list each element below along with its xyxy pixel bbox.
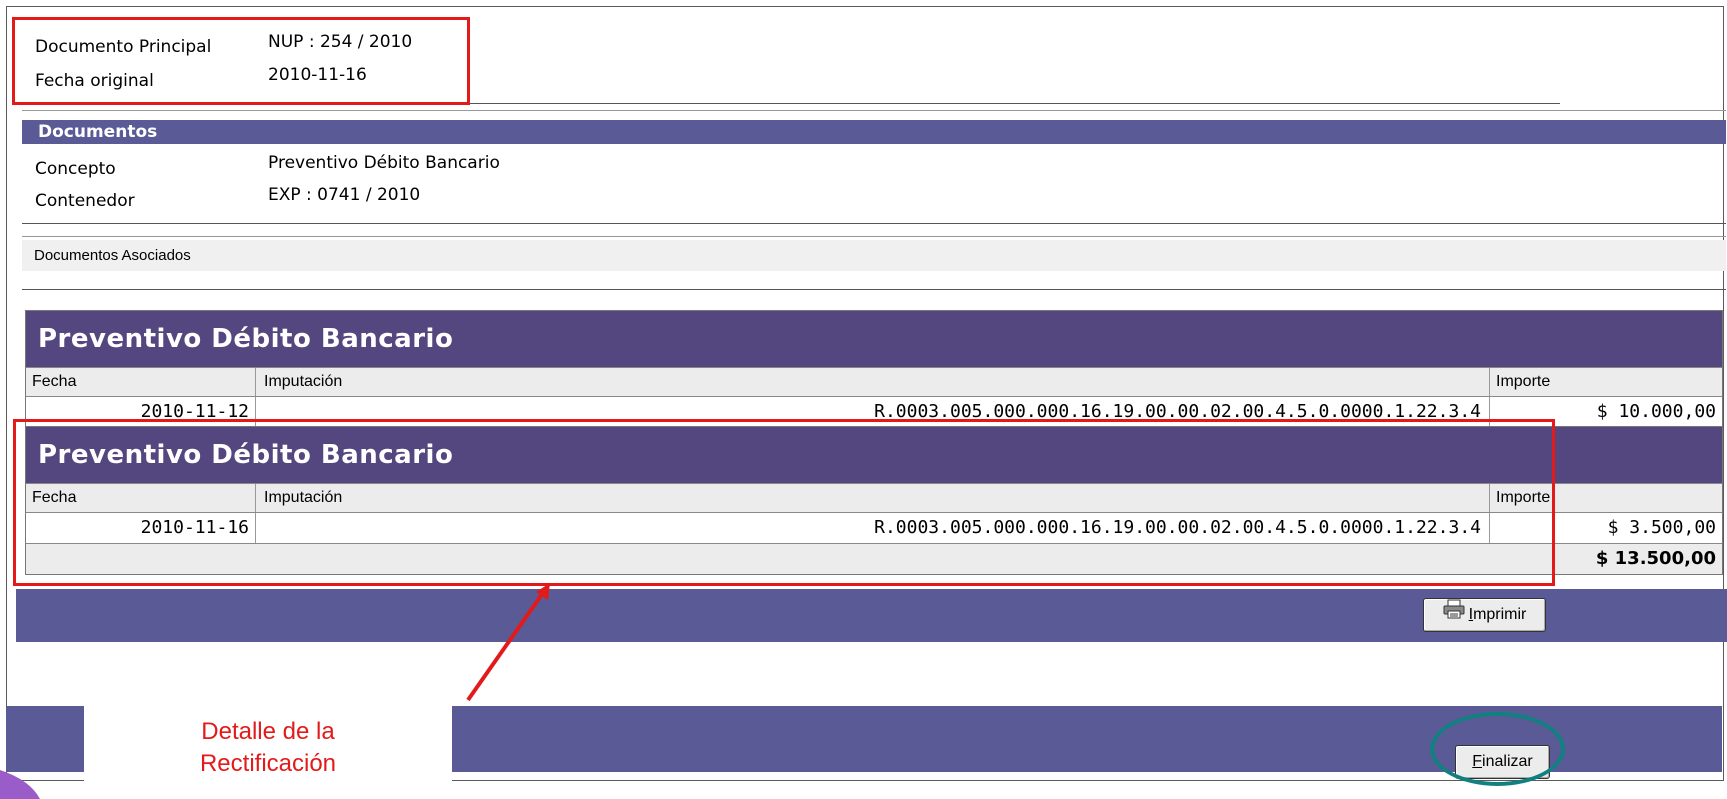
annotation-callout: Detalle de la Rectificación (84, 706, 452, 799)
column-header-imputacion: Imputación (256, 368, 1490, 396)
divider (470, 103, 1560, 104)
grid-header-row: Fecha Imputación Importe (26, 367, 1722, 397)
highlight-box-rectification (13, 419, 1555, 586)
imprimir-button[interactable]: Imprimir (1423, 598, 1546, 632)
contenedor-value: EXP : 0741 / 2010 (268, 185, 421, 205)
contenedor-label: Contenedor (35, 191, 135, 211)
divider (22, 236, 1726, 237)
decorative-corner-icon (0, 770, 40, 799)
callout-line: Detalle de la (201, 718, 335, 745)
highlight-ellipse-finalizar (1430, 712, 1565, 786)
concepto-label: Concepto (35, 159, 116, 179)
callout-line: Rectificación (199, 750, 337, 777)
documentos-section-header: Documentos (22, 120, 1726, 144)
imprimir-label: mprimir (1473, 606, 1527, 624)
printer-icon (1443, 599, 1465, 631)
column-header-importe: Importe (1496, 373, 1551, 390)
grid-title: Preventivo Débito Bancario (26, 311, 1722, 367)
divider (22, 110, 1726, 111)
arrow-icon (466, 583, 550, 702)
concepto-value: Preventivo Débito Bancario (268, 153, 500, 173)
column-header-fecha: Fecha (26, 368, 256, 396)
divider (22, 223, 1726, 224)
highlight-box-header (12, 17, 470, 105)
preventivo-grid-original: Preventivo Débito Bancario Fecha Imputac… (25, 310, 1723, 428)
divider (22, 289, 1726, 290)
documentos-asociados-label: Documentos Asociados (22, 240, 1726, 271)
